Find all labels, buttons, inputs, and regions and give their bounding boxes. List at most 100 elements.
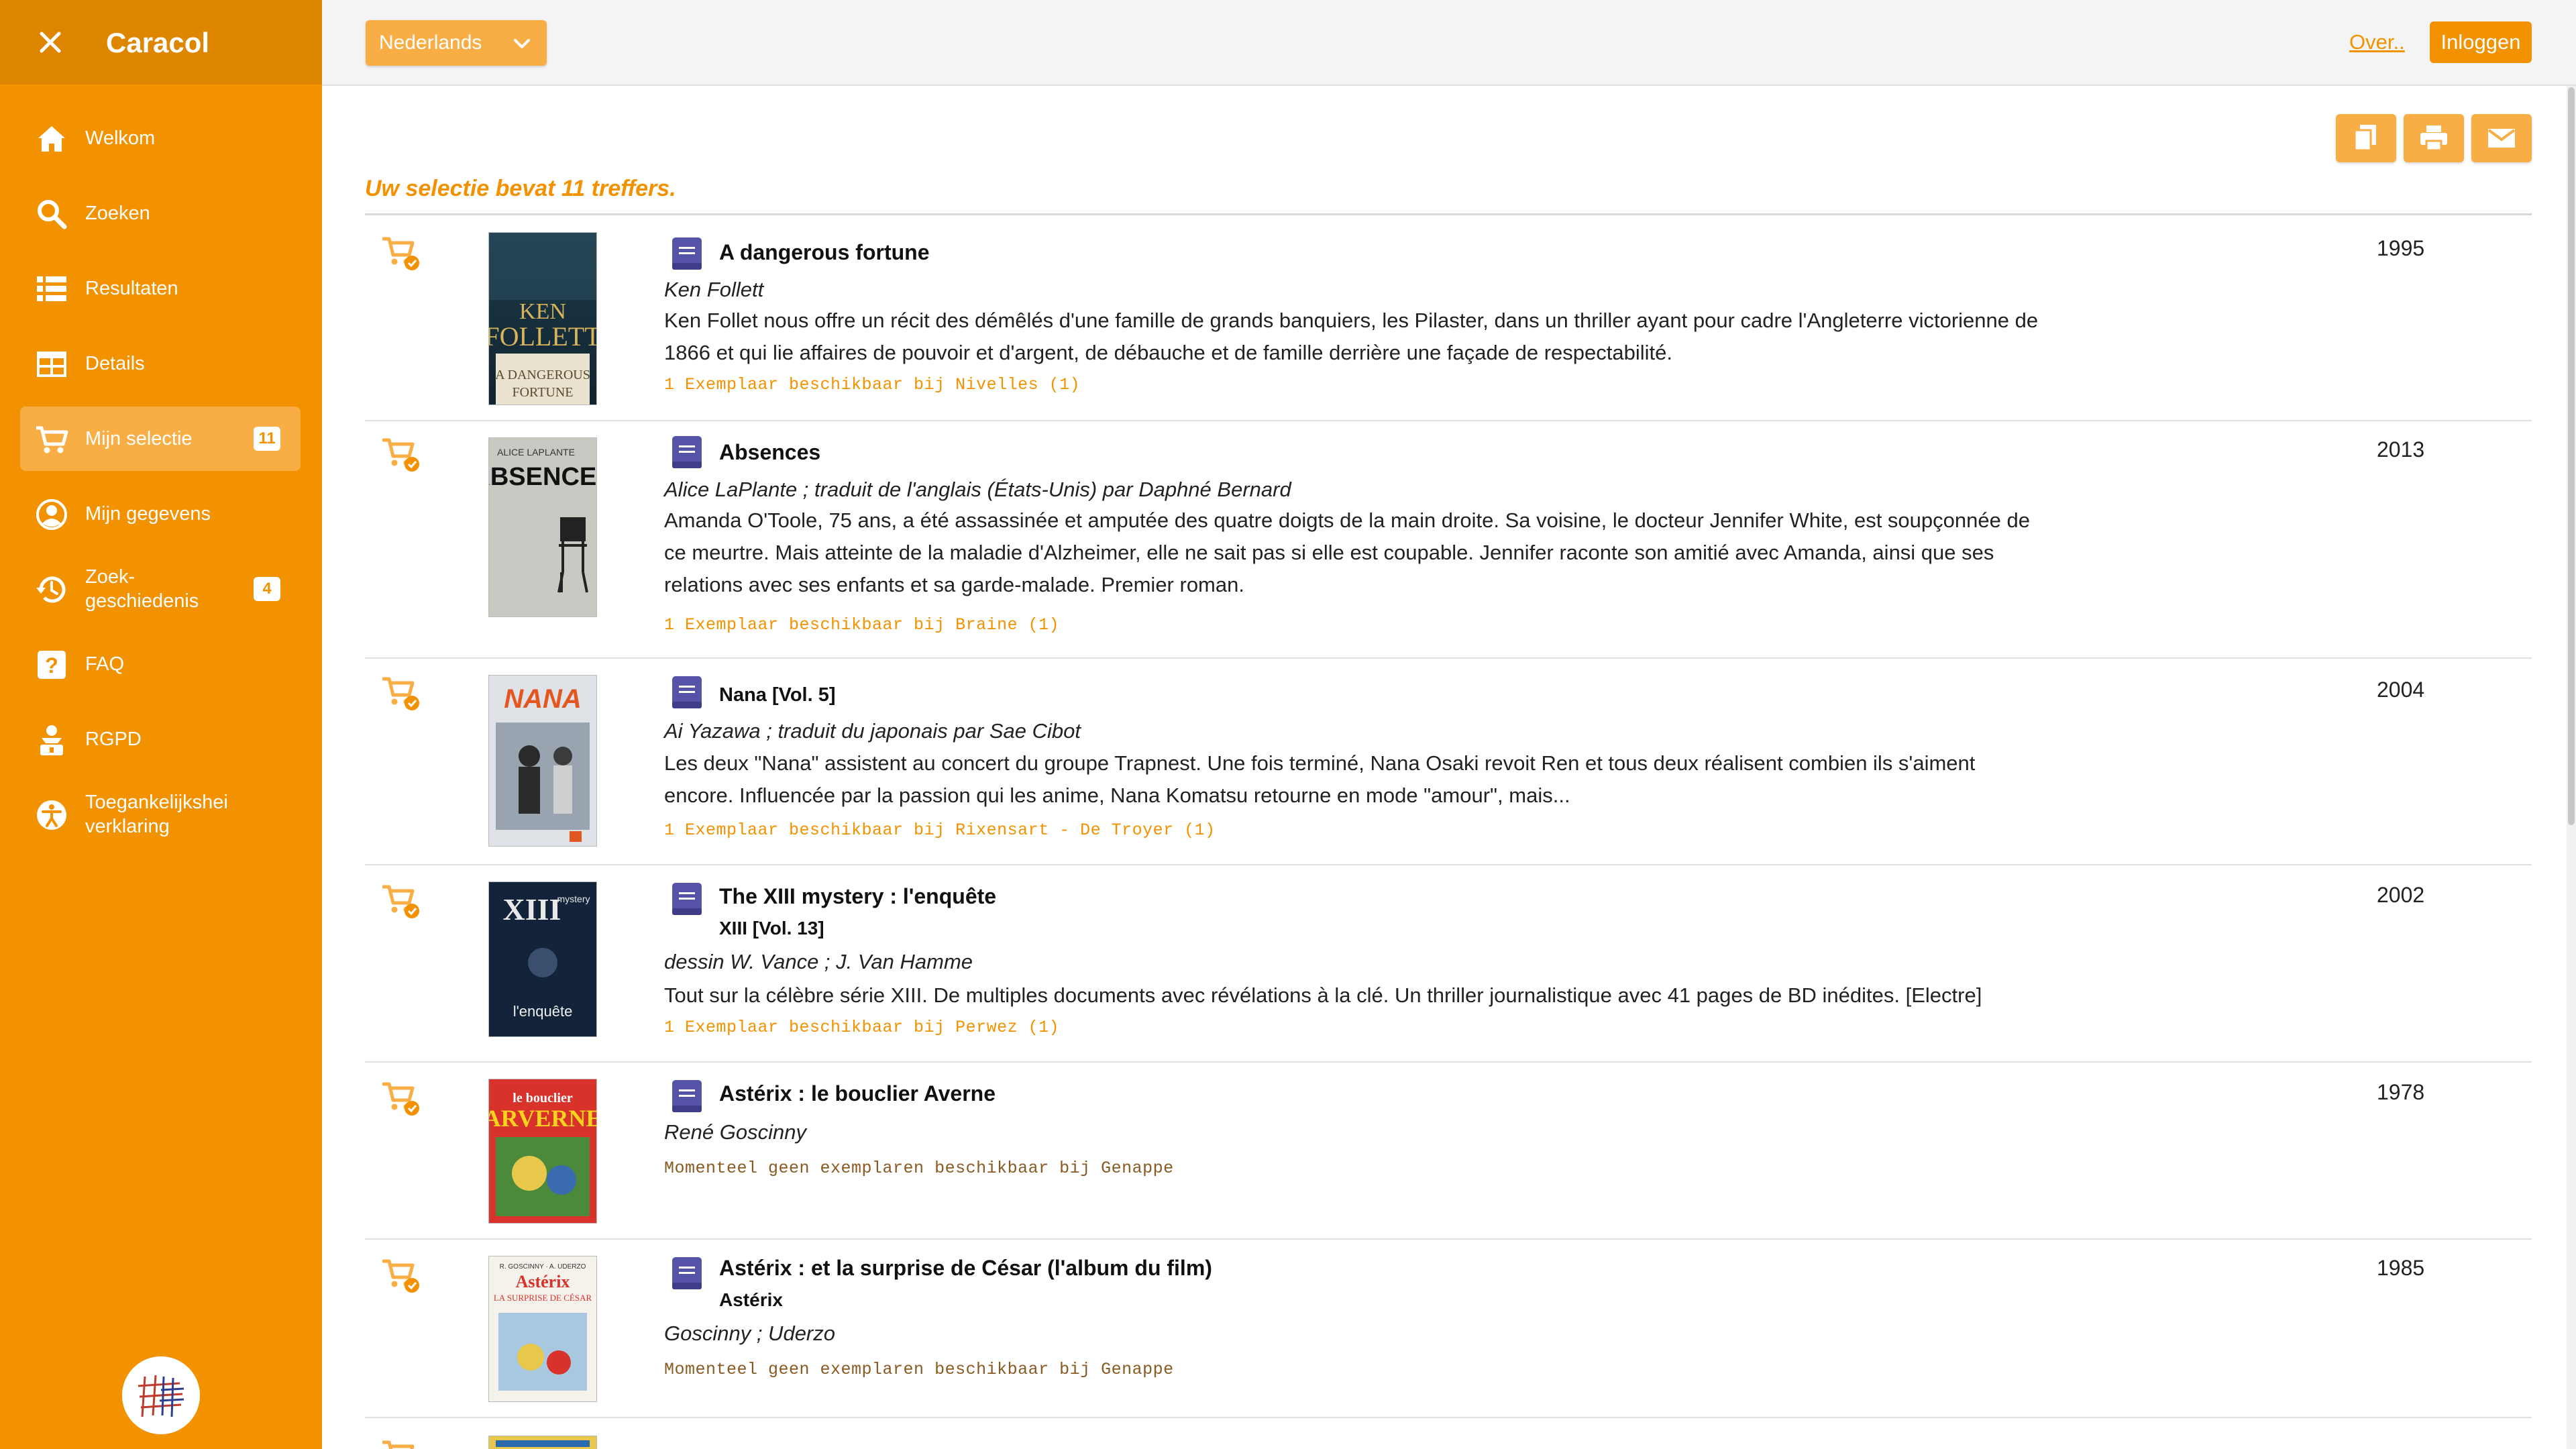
- result-series: XIII [Vol. 13]: [719, 918, 824, 938]
- sidebar-item-label: Details: [85, 353, 145, 374]
- details-icon: [37, 352, 66, 377]
- sidebar-item-mijn-gegevens[interactable]: Mijn gegevens: [20, 482, 301, 546]
- scrollbar-thumb[interactable]: [2568, 87, 2575, 825]
- sidebar-item-toegankelijkheidsverklaring[interactable]: Toegankelijkshei verklaring: [20, 782, 301, 847]
- book-cover[interactable]: NANA: [488, 675, 597, 847]
- book-cover[interactable]: [488, 1436, 597, 1449]
- top-bar: [322, 0, 2576, 86]
- chevron-down-icon: [514, 39, 530, 48]
- search-icon: [38, 200, 67, 229]
- book-type-icon: [672, 1080, 702, 1112]
- book-type-icon: [672, 237, 702, 270]
- result-year: 1995: [2377, 236, 2425, 260]
- svg-text:XIII: XIII: [503, 892, 561, 926]
- sidebar-item-rgpd[interactable]: RGPD: [20, 707, 301, 771]
- sidebar-item-resultaten[interactable]: Resultaten: [20, 256, 301, 321]
- mail-icon: [2487, 129, 2516, 148]
- in-cart-icon[interactable]: [381, 1437, 421, 1449]
- result-summary: Tout sur la célèbre série XIII. De multi…: [664, 983, 1982, 1007]
- in-cart-icon[interactable]: [381, 1256, 421, 1296]
- sidebar-item-label: Welkom: [85, 127, 156, 149]
- result-row: NANA Nana [Vol. 5] Ai Yazawa ; traduit d…: [365, 659, 2532, 865]
- about-link[interactable]: Over..: [2349, 27, 2405, 58]
- result-summary: Les deux "Nana" assistent au concert du …: [664, 751, 1976, 807]
- faq-icon: ?: [38, 651, 66, 679]
- book-type-icon: [672, 436, 702, 468]
- library-logo[interactable]: [122, 1356, 200, 1434]
- result-title[interactable]: Absences: [719, 437, 820, 467]
- book-cover[interactable]: R. GOSCINNY · A. UDERZO Astérix LA SURPR…: [488, 1256, 597, 1402]
- result-series: Astérix: [719, 1289, 783, 1310]
- availability-link[interactable]: 1 Exemplaar beschikbaar bij Nivelles (1): [664, 373, 1080, 397]
- result-title[interactable]: A dangerous fortune: [719, 237, 929, 267]
- result-author: dessin W. Vance ; J. Van Hamme: [664, 950, 973, 973]
- availability-link[interactable]: 1 Exemplaar beschikbaar bij Perwez (1): [664, 1016, 1059, 1040]
- result-title[interactable]: Astérix : et la surprise de César (l'alb…: [719, 1253, 1212, 1283]
- cart-icon: [36, 426, 68, 453]
- result-title[interactable]: The XIII mystery : l'enquête: [719, 881, 996, 911]
- sidebar-item-faq[interactable]: ? FAQ: [20, 632, 301, 696]
- availability-link[interactable]: 1 Exemplaar beschikbaar bij Braine (1): [664, 613, 1059, 637]
- book-type-icon: [672, 676, 702, 708]
- result-year: 1978: [2377, 1080, 2425, 1104]
- svg-text:mystery: mystery: [557, 894, 590, 904]
- in-cart-icon[interactable]: [381, 1079, 421, 1119]
- sidebar-item-welkom[interactable]: Welkom: [20, 106, 301, 170]
- svg-text:ALICE LAPLANTE: ALICE LAPLANTE: [497, 447, 575, 458]
- svg-text:FORTUNE: FORTUNE: [512, 385, 573, 400]
- svg-text:FOLLETT: FOLLETT: [488, 321, 597, 352]
- sidebar-item-label: FAQ: [85, 653, 125, 675]
- sidebar-item-label: Mijn selectie: [85, 428, 193, 449]
- sidebar-item-details[interactable]: Details: [20, 331, 301, 396]
- print-button[interactable]: [2404, 114, 2464, 162]
- result-year: 1985: [2377, 1256, 2425, 1280]
- sidebar-item-zoekgeschiedenis[interactable]: Zoek- geschiedenis 4: [20, 557, 301, 621]
- result-summary: Amanda O'Toole, 75 ans, a été assassinée…: [664, 508, 2030, 596]
- svg-text:R. GOSCINNY · A. UDERZO: R. GOSCINNY · A. UDERZO: [500, 1263, 586, 1271]
- in-cart-icon[interactable]: [381, 435, 421, 475]
- book-cover[interactable]: le bouclier ARVERNE: [488, 1079, 597, 1224]
- email-button[interactable]: [2471, 114, 2532, 162]
- svg-text:?: ?: [45, 653, 58, 678]
- sidebar-item-zoeken[interactable]: Zoeken: [20, 181, 301, 246]
- result-row: le bouclier ARVERNE Astérix : le bouclie…: [365, 1063, 2532, 1240]
- history-count-badge: 4: [254, 577, 280, 601]
- result-author: Alice LaPlante ; traduit de l'anglais (É…: [664, 478, 1291, 501]
- result-author: René Goscinny: [664, 1120, 806, 1144]
- svg-text:ARVERNE: ARVERNE: [488, 1105, 597, 1132]
- result-author: Ai Yazawa ; traduit du japonais par Sae …: [664, 719, 1081, 743]
- svg-text:l'enquête: l'enquête: [513, 1003, 573, 1020]
- sidebar-item-mijn-selectie[interactable]: Mijn selectie 11: [20, 407, 301, 471]
- svg-text:le bouclier: le bouclier: [513, 1091, 573, 1106]
- result-year: 2013: [2377, 437, 2425, 462]
- sidebar-item-label: Zoek- geschiedenis: [85, 566, 199, 612]
- result-title[interactable]: Astérix : le bouclier Averne: [719, 1079, 996, 1108]
- sidebar-item-label: Resultaten: [85, 278, 178, 299]
- book-cover[interactable]: KEN FOLLETT A DANGEROUS FORTUNE: [488, 232, 597, 405]
- language-select[interactable]: Nederlands: [366, 20, 547, 66]
- selection-count-badge: 11: [254, 427, 280, 451]
- book-cover[interactable]: ALICE LAPLANTE ABSENCES: [488, 437, 597, 617]
- availability-link[interactable]: 1 Exemplaar beschikbaar bij Rixensart - …: [664, 818, 1216, 843]
- accessibility-icon: [37, 800, 66, 830]
- close-icon[interactable]: [34, 25, 67, 59]
- result-row: R. GOSCINNY · A. UDERZO Astérix LA SURPR…: [365, 1240, 2532, 1418]
- svg-text:Astérix: Astérix: [516, 1272, 570, 1291]
- copy-icon: [2353, 125, 2376, 152]
- book-cover[interactable]: XIII mystery l'enquête: [488, 881, 597, 1037]
- in-cart-icon[interactable]: [381, 233, 421, 274]
- result-row: [365, 1418, 2532, 1449]
- in-cart-icon[interactable]: [381, 881, 421, 922]
- login-button[interactable]: Inloggen: [2430, 21, 2532, 63]
- result-row: KEN FOLLETT A DANGEROUS FORTUNE A danger…: [365, 221, 2532, 421]
- svg-text:KEN: KEN: [519, 299, 566, 324]
- result-title[interactable]: Nana [Vol. 5]: [719, 680, 836, 710]
- sidebar-item-label: RGPD: [85, 729, 142, 750]
- result-year: 2002: [2377, 883, 2425, 907]
- book-type-icon: [672, 883, 702, 915]
- home-icon: [38, 126, 65, 152]
- sidebar-header: Caracol: [0, 0, 322, 85]
- in-cart-icon[interactable]: [381, 674, 421, 714]
- copy-button[interactable]: [2336, 114, 2396, 162]
- svg-text:ABSENCES: ABSENCES: [488, 463, 597, 491]
